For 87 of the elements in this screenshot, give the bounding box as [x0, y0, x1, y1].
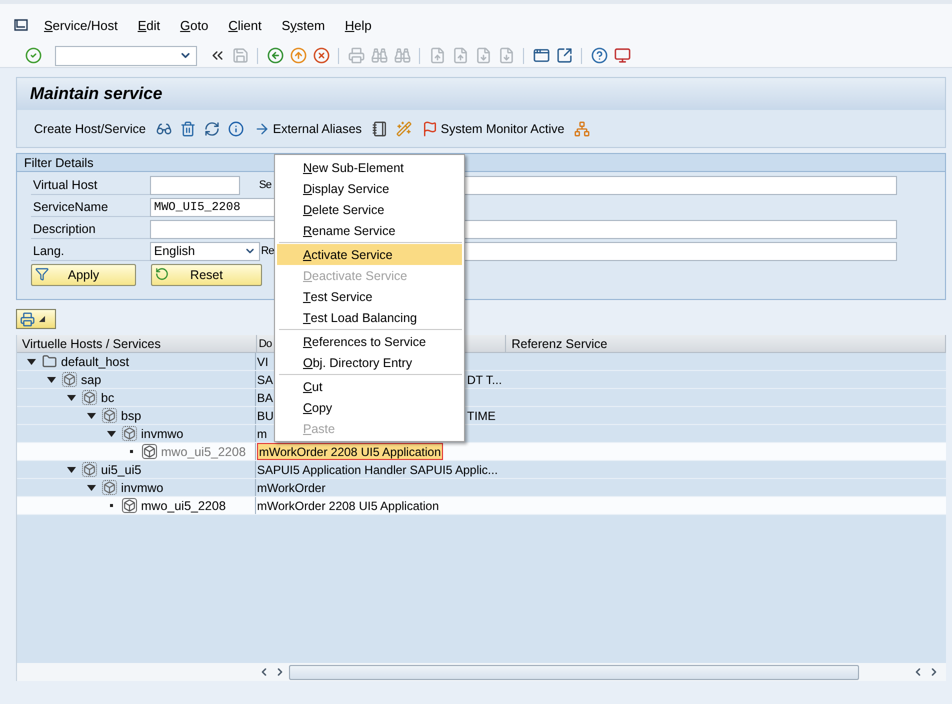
menu-item[interactable]: Test Load Balancing [277, 307, 462, 328]
field-label: Se [259, 179, 272, 191]
toolbar-button[interactable]: External Aliases [250, 118, 365, 140]
package-icon [102, 480, 117, 495]
package-icon [82, 462, 97, 477]
node-name: ui5_ui5 [101, 462, 142, 476]
column-header[interactable]: Virtuelle Hosts / Services [17, 335, 257, 352]
print-menu-button[interactable] [16, 309, 56, 329]
package-icon [82, 390, 97, 405]
menu-item[interactable]: Test Service [277, 286, 462, 307]
screen-title: Maintain service [30, 84, 162, 104]
cell-text: m [257, 426, 267, 440]
field-label: Re [261, 245, 274, 257]
menu-item[interactable]: Obj. Directory Entry [277, 352, 462, 373]
menu-item[interactable]: Activate Service [277, 244, 462, 265]
package-icon [102, 408, 117, 423]
package-icon [142, 444, 157, 459]
cell-text: VI [257, 354, 268, 368]
expand-icon[interactable] [67, 394, 76, 400]
table-row[interactable]: invmwo mWorkOrder [17, 479, 946, 497]
create-button[interactable]: Create Host/Service [31, 118, 149, 140]
window-icon[interactable] [532, 46, 550, 64]
reset-icon [155, 267, 169, 281]
expand-icon[interactable] [87, 412, 96, 418]
expand-icon[interactable] [27, 358, 36, 364]
printer-icon [20, 312, 35, 326]
cancel-icon[interactable] [312, 46, 330, 64]
cell-text: BA [257, 390, 274, 404]
refresh-icon[interactable] [202, 120, 221, 138]
expand-icon[interactable] [67, 466, 76, 472]
help-icon[interactable] [590, 46, 608, 64]
folder-icon [42, 354, 57, 369]
table-row[interactable]: ui5_ui5 SAPUI5 Application Handler SAPUI5 Applic... [17, 461, 946, 479]
table-row[interactable]: mwo_ui5_2208 mWorkOrder 2208 UI5 Application [17, 443, 946, 461]
info-icon[interactable] [226, 120, 245, 138]
input-field[interactable] [150, 176, 240, 194]
caret-icon [39, 316, 45, 322]
cell-text: mWorkOrder 2208 UI5 Application [257, 498, 439, 512]
node-name: mwo_ui5_2208 [141, 498, 226, 512]
flag-icon [422, 120, 438, 136]
monitor-icon[interactable] [613, 46, 631, 64]
window-arrow-icon[interactable] [555, 46, 573, 64]
table-row[interactable]: mwo_ui5_2208 mWorkOrder 2208 UI5 Application [17, 497, 946, 515]
check-icon[interactable] [24, 46, 42, 64]
filter-icon [35, 267, 49, 281]
menu-item[interactable]: Client [218, 18, 272, 32]
selected-cell: mWorkOrder 2208 UI5 Application [257, 443, 443, 460]
column-header[interactable]: Referenz Service [506, 335, 946, 352]
node-name: bsp [121, 408, 142, 422]
cell-text: SA [257, 372, 274, 386]
node-name: invmwo [141, 426, 184, 440]
menu-item[interactable]: Edit [128, 18, 170, 32]
node-name: invmwo [121, 480, 164, 494]
menu-item[interactable]: Goto [170, 18, 218, 32]
trash-icon[interactable] [178, 120, 197, 138]
expand-icon[interactable] [87, 484, 96, 490]
package-icon [122, 426, 137, 441]
package-icon [62, 372, 77, 387]
notebook-icon[interactable] [370, 120, 389, 138]
menu-item[interactable]: Help [334, 18, 382, 32]
menu-item[interactable]: Service/Host [34, 18, 128, 32]
expand-icon[interactable] [107, 430, 116, 436]
package-icon [122, 498, 137, 513]
cell-text: TIME [467, 409, 496, 423]
cell-text: BU [257, 408, 274, 422]
reset-button[interactable]: Reset [151, 264, 262, 286]
menu-item[interactable]: System [272, 18, 335, 32]
menu-item[interactable]: Display Service [277, 178, 462, 199]
node-name: mwo_ui5_2208 [161, 444, 246, 458]
apply-button[interactable]: Apply [31, 264, 136, 286]
toolbar-button[interactable]: System Monitor Active [418, 118, 568, 140]
node-name: bc [101, 390, 114, 404]
menu-icon[interactable] [14, 19, 28, 31]
cell-text: DT T... [467, 373, 502, 387]
hierarchy-icon[interactable] [573, 120, 592, 138]
node-name: sap [81, 372, 102, 386]
menu-item[interactable]: References to Service [277, 331, 462, 352]
cell-text: SAPUI5 Application Handler SAPUI5 Applic... [257, 462, 498, 476]
command-field[interactable] [55, 46, 197, 66]
bullet-icon [130, 450, 133, 453]
bullet-icon [110, 504, 113, 507]
node-name: default_host [61, 354, 130, 368]
dropdown-field[interactable]: English [150, 242, 260, 260]
scroll-thumb[interactable] [289, 664, 859, 680]
cell-text: mWorkOrder [257, 480, 326, 494]
expand-icon[interactable] [47, 376, 56, 382]
menu-item[interactable]: Rename Service [277, 220, 462, 241]
